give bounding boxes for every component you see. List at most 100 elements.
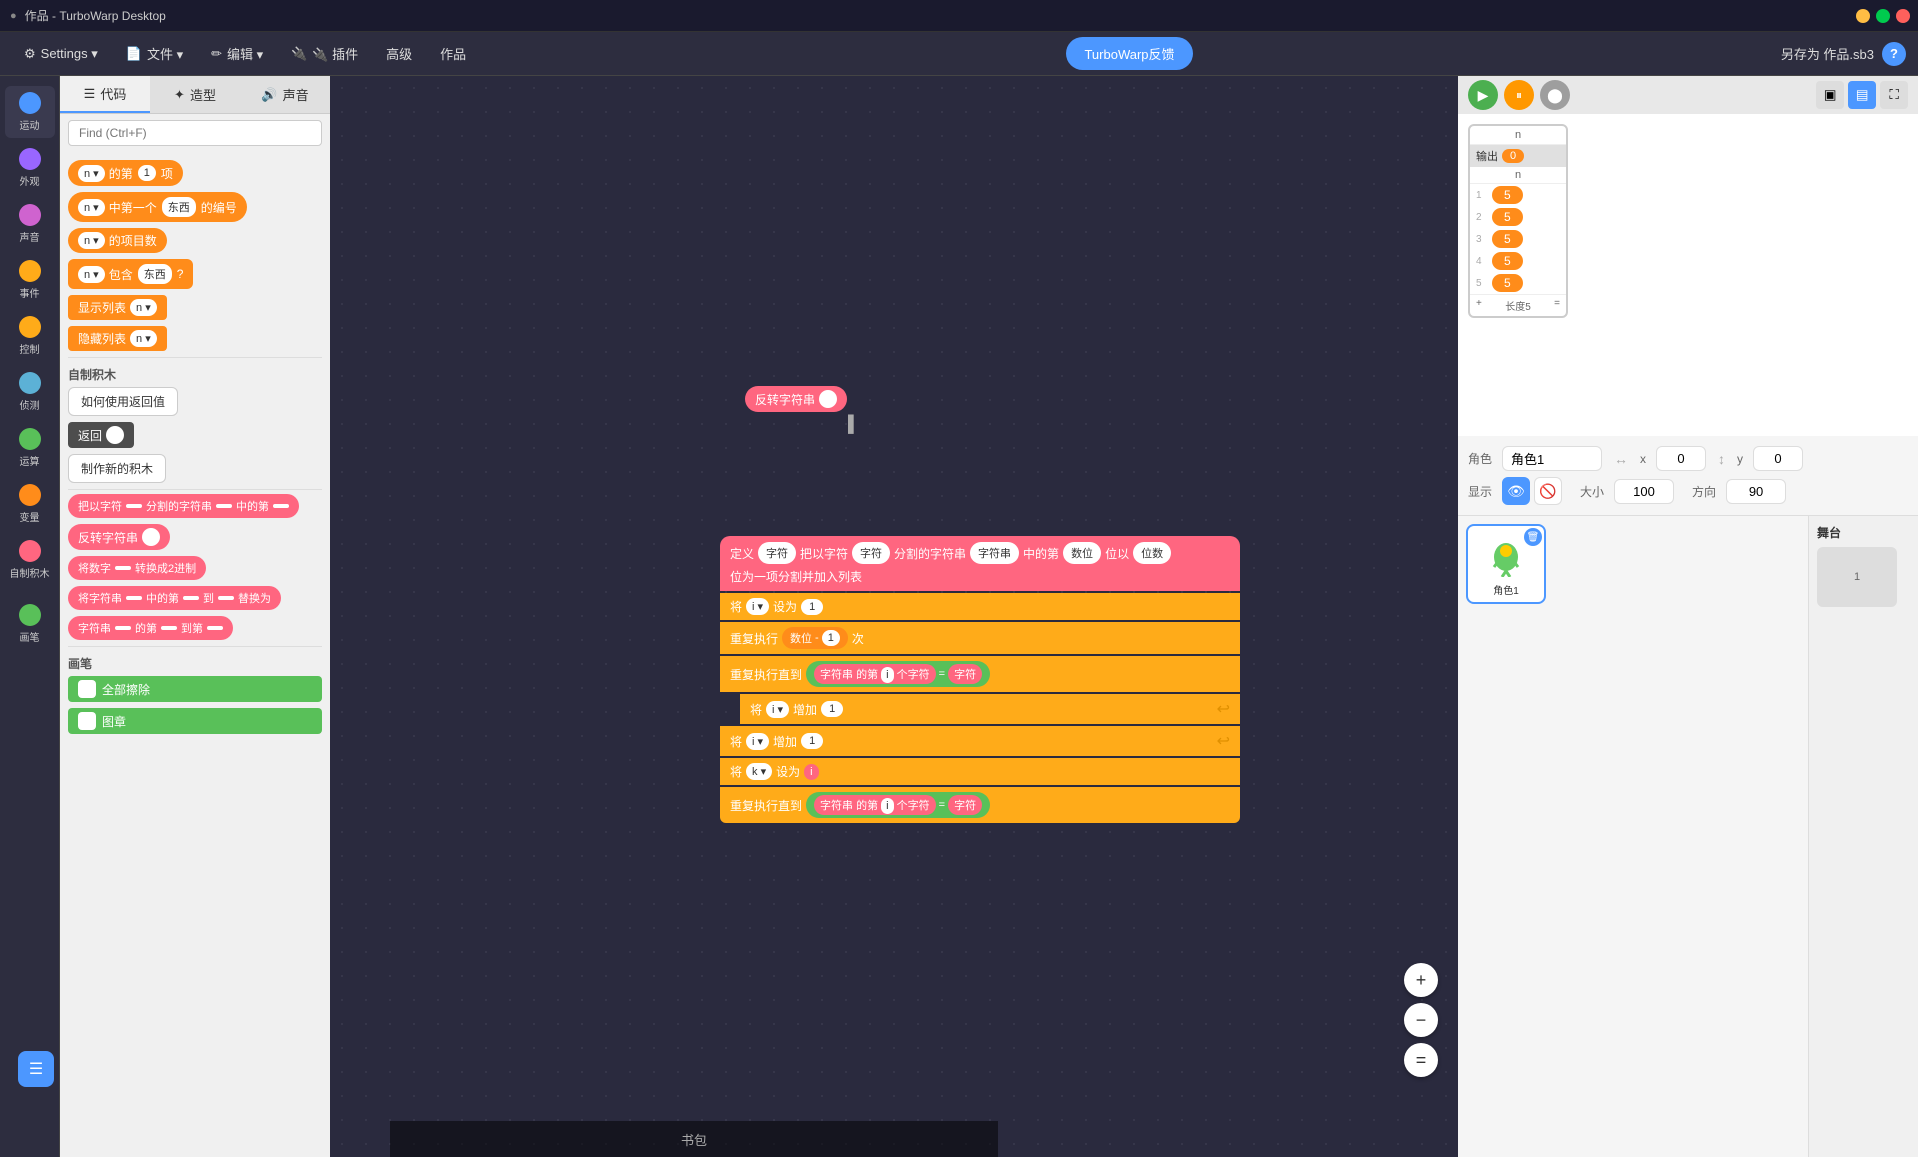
tab-sound[interactable]: 🔊 声音 xyxy=(240,76,330,113)
input-val-1[interactable]: 1 xyxy=(801,599,823,615)
remove-item-btn[interactable]: = xyxy=(1554,298,1560,313)
input-inc-2[interactable]: 1 xyxy=(801,733,823,749)
sprite-delete-btn[interactable]: 🗑 xyxy=(1524,528,1542,546)
block-pill-2[interactable]: n ▾ 中第一个 东西 的编号 xyxy=(68,192,247,222)
x-input[interactable] xyxy=(1656,446,1706,471)
block-increase-i-inner[interactable]: 将 i ▾ 增加 1 ↩ xyxy=(740,694,1240,724)
dropdown-n4[interactable]: n ▾ xyxy=(78,266,105,283)
sidebar-item-drawing[interactable]: 画笔 xyxy=(5,598,55,650)
hide-btn[interactable]: 🚫 xyxy=(1534,477,1562,505)
input-minus-1[interactable]: 1 xyxy=(822,630,840,646)
def-param-char2[interactable]: 字符 xyxy=(852,542,890,564)
var-i-dropdown3[interactable]: i ▾ xyxy=(746,733,769,750)
zoom-in-btn[interactable]: + xyxy=(1404,963,1438,997)
input-from[interactable] xyxy=(183,596,199,600)
var-i-dropdown[interactable]: i ▾ xyxy=(746,598,769,615)
block-increase-i-outer[interactable]: 将 i ▾ 增加 1 ↩ xyxy=(720,726,1240,756)
block-repeat-outer[interactable]: 重复执行 数位 - 1 次 xyxy=(720,622,1240,654)
layout-btn-2[interactable]: ▤ xyxy=(1848,81,1876,109)
block-return-pill[interactable]: 返回 xyxy=(68,422,134,448)
sidebar-item-events[interactable]: 事件 xyxy=(5,254,55,306)
work-menu[interactable]: 作品 xyxy=(428,38,478,69)
pause-btn[interactable]: ⏸ xyxy=(1504,80,1534,110)
block-extra-4[interactable]: 将字符串 中的第 到 替换为 xyxy=(68,586,281,610)
zoom-out-btn[interactable]: − xyxy=(1404,1003,1438,1037)
def-param-bits[interactable]: 位数 xyxy=(1133,542,1171,564)
close-btn[interactable] xyxy=(1896,9,1910,23)
block-set-i[interactable]: 将 i ▾ 设为 1 xyxy=(720,593,1240,620)
sidebar-item-custom[interactable]: 自制积木 xyxy=(5,534,55,586)
input-str2[interactable] xyxy=(126,596,142,600)
sidebar-item-control[interactable]: 控制 xyxy=(5,310,55,362)
input-char1[interactable] xyxy=(126,504,142,508)
green-flag-btn[interactable]: ▶ xyxy=(1468,80,1498,110)
var-k-dropdown[interactable]: k ▾ xyxy=(746,763,772,780)
floating-block[interactable]: 反转字符串 xyxy=(745,386,847,412)
file-menu[interactable]: 📄 文件 ▾ xyxy=(114,38,195,69)
input-thing2[interactable]: 东西 xyxy=(137,263,173,285)
sprite-name-input[interactable] xyxy=(1502,446,1602,471)
tab-costume[interactable]: ✦ 造型 xyxy=(150,76,240,113)
save-btn[interactable]: 另存为 作品.sb3 xyxy=(1781,44,1874,63)
sidebar-item-looks[interactable]: 外观 xyxy=(5,142,55,194)
block-extra-1[interactable]: 把以字符 分割的字符串 中的第 xyxy=(68,494,299,518)
dropdown-n6[interactable]: n ▾ xyxy=(130,330,157,347)
reverse-string-block[interactable]: 反转字符串 xyxy=(745,386,847,412)
sidebar-item-sound[interactable]: 声音 xyxy=(5,198,55,250)
sprite-card-1[interactable]: 🗑 角色1 xyxy=(1466,524,1546,604)
search-input[interactable] xyxy=(68,120,322,146)
stage-thumb[interactable]: 1 xyxy=(1817,547,1897,607)
sidebar-item-code[interactable]: 运动 xyxy=(5,86,55,138)
block-stamp-pill[interactable]: ✎ 图章 xyxy=(68,708,322,734)
sidebar-item-operators[interactable]: 运算 xyxy=(5,422,55,474)
hat-block[interactable]: 定义 字符 把以字符 字符 分割的字符串 字符串 中的第 数位 位以 位数 位为… xyxy=(720,536,1240,591)
layout-btn-fullscreen[interactable]: ⛶ xyxy=(1880,81,1908,109)
block-pill-4[interactable]: n ▾ 包含 东西 ? xyxy=(68,259,193,289)
plugins-menu[interactable]: 🔌 🔌 插件 xyxy=(279,38,370,69)
var-i-in-cond2[interactable]: i xyxy=(881,798,893,814)
block-extra-3[interactable]: 将数字 转换成2进制 xyxy=(68,556,206,580)
input-to[interactable] xyxy=(218,596,234,600)
input-1[interactable]: 1 xyxy=(137,164,157,182)
tab-code[interactable]: ☰ 代码 xyxy=(60,76,150,113)
input-str3[interactable] xyxy=(115,626,131,630)
turbowarp-btn[interactable]: TurboWarp反馈 xyxy=(1066,37,1192,70)
dropdown-n3[interactable]: n ▾ xyxy=(78,232,105,249)
block-make-new-pill[interactable]: 制作新的积木 xyxy=(68,454,166,483)
canvas-area[interactable]: 反转字符串 ▌ 定义 字符 把以字符 字符 分割的字符串 字符串 中的第 数位 … xyxy=(330,76,1458,1157)
dropdown-n5[interactable]: n ▾ xyxy=(130,299,157,316)
oval-input[interactable] xyxy=(819,390,837,408)
var-i-dropdown2[interactable]: i ▾ xyxy=(766,701,789,718)
zoom-reset-btn[interactable]: = xyxy=(1404,1043,1438,1077)
block-clear-pen-pill[interactable]: ✎ 全部擦除 xyxy=(68,676,322,702)
input-thing[interactable]: 东西 xyxy=(161,196,197,218)
size-input[interactable] xyxy=(1614,479,1674,504)
dropdown-n2[interactable]: n ▾ xyxy=(78,199,105,216)
input-num[interactable] xyxy=(115,566,131,570)
input-to2[interactable] xyxy=(207,626,223,630)
settings-menu[interactable]: ⚙ ⚙ Settings Settings ▾ xyxy=(12,40,110,68)
block-set-k[interactable]: 将 k ▾ 设为 i xyxy=(720,758,1240,785)
minimize-btn[interactable] xyxy=(1856,9,1870,23)
block-pill-6[interactable]: 隐藏列表 n ▾ xyxy=(68,326,167,351)
block-how-to-pill[interactable]: 如何使用返回值 xyxy=(68,387,178,416)
input-str1[interactable] xyxy=(216,504,232,508)
var-i-in-cond[interactable]: i xyxy=(881,667,893,683)
main-script[interactable]: 定义 字符 把以字符 字符 分割的字符串 字符串 中的第 数位 位以 位数 位为… xyxy=(720,536,1240,823)
block-extra-2[interactable]: 反转字符串 xyxy=(68,524,170,550)
block-extra-5[interactable]: 字符串 的第 到第 xyxy=(68,616,233,640)
layout-btn-1[interactable]: ▣ xyxy=(1816,81,1844,109)
dropdown-n[interactable]: n ▾ xyxy=(78,165,105,182)
direction-input[interactable] xyxy=(1726,479,1786,504)
add-item-btn[interactable]: + xyxy=(1476,298,1482,313)
show-btn[interactable]: 👁 xyxy=(1502,477,1530,505)
def-param-pos[interactable]: 数位 xyxy=(1063,542,1101,564)
block-pill-3[interactable]: n ▾ 的项目数 xyxy=(68,228,167,253)
help-btn[interactable]: ? xyxy=(1882,42,1906,66)
sidebar-item-variables[interactable]: 变量 xyxy=(5,478,55,530)
sidebar-item-sensing[interactable]: 侦测 xyxy=(5,366,55,418)
maximize-btn[interactable] xyxy=(1876,9,1890,23)
edit-menu[interactable]: ✏ 编辑 ▾ xyxy=(199,38,275,69)
block-pill[interactable]: n ▾ 的第 1 项 xyxy=(68,160,183,186)
block-repeat-until-1[interactable]: 重复执行直到 字符串 的第 i 个字符 = 字符 xyxy=(720,656,1240,692)
